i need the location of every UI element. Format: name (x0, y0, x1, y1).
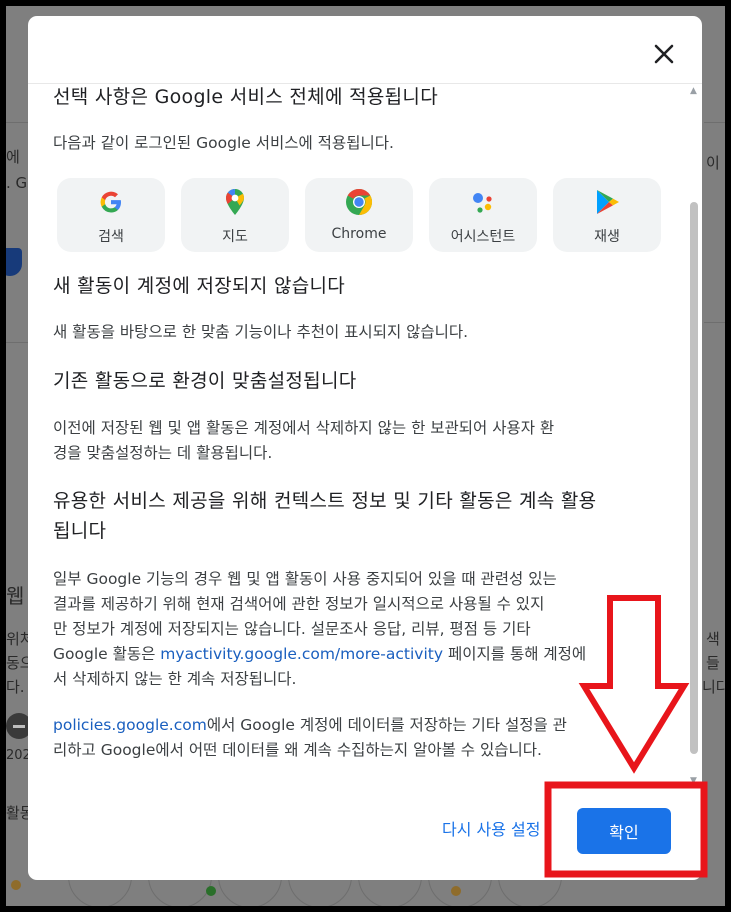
service-label: 지도 (222, 229, 248, 245)
section-title-context-info: 유용한 서비스 제공을 위해 컨텍스트 정보 및 기타 활동은 계속 활용 (53, 490, 597, 512)
intro-text: 다음과 같이 로그인된 Google 서비스에 적용됩니다. (53, 134, 394, 152)
scroll-down-arrow-icon[interactable]: ▼ (690, 776, 697, 786)
bg-divider (704, 122, 725, 123)
section-body-line: 일부 Google 기능의 경우 웹 및 앱 활동이 사용 중지되어 있을 때 … (53, 570, 557, 588)
service-label: 어시스턴트 (450, 229, 516, 245)
body-text: 페이지를 통해 계정에 (443, 645, 587, 663)
body-text: 에서 Google 계정에 데이터를 저장하는 기타 설정을 관 (206, 716, 567, 734)
bg-divider (6, 342, 28, 343)
dialog-header (28, 16, 702, 84)
google-g-icon (100, 191, 121, 213)
bg-dot (206, 886, 216, 896)
re-enable-button[interactable]: 다시 사용 설정 (442, 816, 541, 840)
bg-text: 다. (6, 678, 25, 696)
section-title-context-info-cont: 됩니다 (53, 520, 107, 542)
chrome-icon (346, 188, 373, 216)
bg-dot (11, 880, 21, 890)
web-app-activity-dialog: 선택 사항은 Google 서비스 전체에 적용됩니다 다음과 같이 로그인된 … (28, 16, 702, 880)
section-body-new-activity: 새 활동을 바탕으로 한 맞춤 기능이나 추천이 표시되지 않습니다. (53, 323, 469, 341)
section-body-line: 이전에 저장된 웹 및 앱 활동은 계정에서 삭제하지 않는 한 보관되어 사용… (53, 419, 555, 437)
bg-text: 에 (6, 148, 20, 166)
section-body-line: 리하고 Google에서 어떤 데이터를 왜 계속 수집하는지 알아볼 수 있습… (53, 741, 542, 759)
section-body-line: 결과를 제공하기 위해 현재 검색어에 관한 정보가 일시적으로 사용될 수 있… (53, 595, 545, 613)
bg-divider (6, 122, 28, 123)
bg-dot (451, 886, 461, 896)
service-tile-play[interactable]: 재생 (553, 178, 661, 252)
maps-pin-icon (226, 189, 244, 215)
scrollbar-thumb[interactable] (690, 202, 698, 754)
section-body-line: 만 정보가 계정에 저장되지는 않습니다. 설문조사 응답, 리뷰, 평점 등 … (53, 620, 531, 638)
service-tile-assistant[interactable]: 어시스턴트 (429, 178, 537, 252)
service-tile-chrome[interactable]: Chrome (305, 178, 413, 252)
service-label: Chrome (331, 226, 387, 242)
bg-text: 색 (706, 630, 720, 648)
bg-text: 니다. (702, 678, 725, 696)
section-body-line: 경을 맞춤설정하는 데 활용됩니다. (53, 444, 273, 462)
close-button[interactable] (646, 36, 682, 72)
policies-link[interactable]: policies.google.com (53, 716, 207, 734)
service-label: 검색 (98, 229, 124, 245)
body-text: Google 활동은 (53, 645, 161, 663)
shield-icon (6, 248, 22, 276)
section-body-line: Google 활동은 myactivity.google.com/more-ac… (53, 642, 668, 667)
service-tile-search[interactable]: 검색 (57, 178, 165, 252)
bg-text: 이 (706, 154, 720, 172)
bg-divider (704, 322, 725, 323)
section-body-line: policies.google.com에서 Google 계정에 데이터를 저장… (53, 713, 668, 738)
bg-text: . G (6, 174, 28, 192)
service-tile-maps[interactable]: 지도 (181, 178, 289, 252)
confirm-button[interactable]: 확인 (577, 808, 671, 854)
heading-applies-to-services: 선택 사항은 Google 서비스 전체에 적용됩니다 (53, 86, 438, 108)
close-icon (654, 44, 674, 64)
bg-text: 웹 (6, 584, 25, 608)
service-label: 재생 (594, 229, 620, 245)
section-body-line: 서 삭제하지 않는 한 계속 저장됩니다. (53, 670, 297, 688)
scroll-up-arrow-icon[interactable]: ▲ (690, 86, 697, 96)
myactivity-link[interactable]: myactivity.google.com/more-activity (160, 645, 443, 663)
play-icon (597, 190, 619, 214)
section-title-new-activity: 새 활동이 계정에 저장되지 않습니다 (53, 275, 346, 297)
service-tiles: 검색 지도 Chrome 어시스턴트 재생 (57, 178, 661, 252)
bg-text: 들 (706, 654, 720, 672)
assistant-icon (473, 193, 492, 213)
section-title-existing-activity: 기존 활동으로 환경이 맞춤설정됩니다 (53, 370, 357, 392)
scrollbar[interactable]: ▲ ▼ (689, 86, 699, 786)
